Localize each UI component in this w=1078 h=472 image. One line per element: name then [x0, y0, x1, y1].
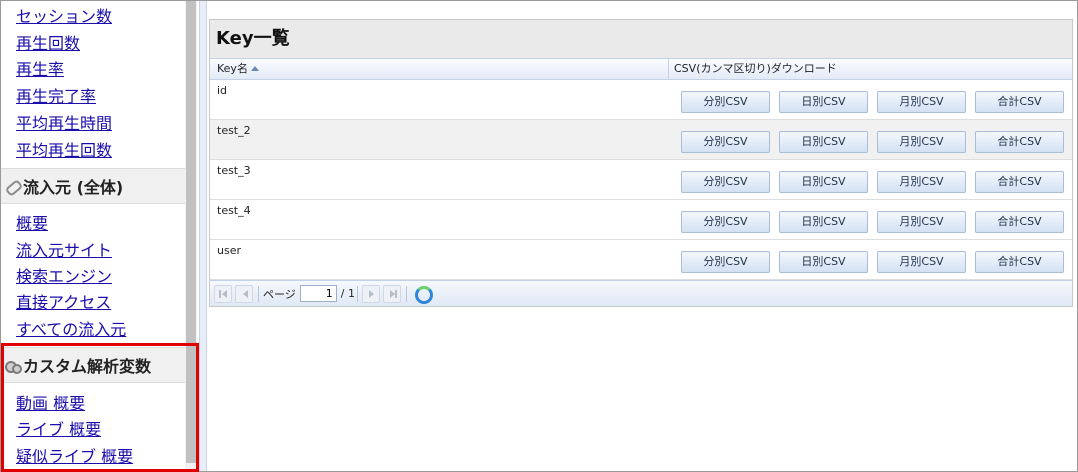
- day-csv-button[interactable]: 日別CSV: [779, 251, 868, 273]
- sidebar-link-referrer-sites[interactable]: 流入元サイト: [16, 241, 112, 261]
- sidebar-section-title: 流入元 (全体): [23, 178, 124, 197]
- day-csv-button[interactable]: 日別CSV: [779, 91, 868, 113]
- column-header-key[interactable]: Key名: [210, 59, 669, 79]
- sidebar-scrollbar[interactable]: [185, 1, 197, 471]
- day-csv-button[interactable]: 日別CSV: [779, 171, 868, 193]
- sidebar-link-plays[interactable]: 再生回数: [16, 34, 80, 54]
- sidebar-link-avg-play-count[interactable]: 平均再生回数: [16, 141, 112, 161]
- table-row: test_4 分別CSV 日別CSV 月別CSV 合計CSV: [210, 200, 1072, 240]
- total-csv-button[interactable]: 合計CSV: [975, 211, 1064, 233]
- total-csv-button[interactable]: 合計CSV: [975, 91, 1064, 113]
- pager: ページ / 1: [210, 280, 1072, 306]
- minute-csv-button[interactable]: 分別CSV: [681, 251, 770, 273]
- sidebar-link-video-overview[interactable]: 動画 概要: [16, 394, 85, 414]
- pager-separator: [356, 285, 358, 302]
- key-cell: user: [217, 244, 241, 257]
- month-csv-button[interactable]: 月別CSV: [877, 211, 966, 233]
- gear-icon: [5, 358, 22, 374]
- month-csv-button[interactable]: 月別CSV: [877, 171, 966, 193]
- total-csv-button[interactable]: 合計CSV: [975, 251, 1064, 273]
- link-icon: [5, 179, 20, 194]
- key-cell: test_2: [217, 124, 251, 137]
- column-header-csv: CSV(カンマ区切り)ダウンロード: [674, 62, 837, 75]
- sidebar-link-all-sources[interactable]: すべての流入元: [16, 320, 126, 340]
- refresh-icon[interactable]: [413, 284, 433, 304]
- table-row: test_3 分別CSV 日別CSV 月別CSV 合計CSV: [210, 160, 1072, 200]
- panel-splitter[interactable]: [199, 1, 207, 471]
- minute-csv-button[interactable]: 分別CSV: [681, 91, 770, 113]
- table-row: test_2 分別CSV 日別CSV 月別CSV 合計CSV: [210, 120, 1072, 160]
- key-cell: test_4: [217, 204, 251, 217]
- page-number-input[interactable]: [299, 285, 337, 302]
- grid-title: Key一覧: [210, 20, 1072, 58]
- sidebar-section-custom: カスタム解析変数: [1, 347, 185, 383]
- pager-separator: [405, 285, 407, 302]
- day-csv-button[interactable]: 日別CSV: [779, 131, 868, 153]
- month-csv-button[interactable]: 月別CSV: [877, 91, 966, 113]
- last-page-icon[interactable]: [382, 284, 401, 303]
- sort-ascending-icon: [250, 66, 259, 71]
- sidebar-link-play-rate[interactable]: 再生率: [16, 60, 64, 80]
- prev-page-icon[interactable]: [235, 284, 253, 303]
- grid-header: Key名 CSV(カンマ区切り)ダウンロード: [210, 58, 1072, 80]
- key-cell: id: [217, 84, 228, 97]
- sidebar: セッション数 再生回数 再生率 再生完了率 平均再生時間 平均再生回数 流入元 …: [1, 1, 185, 471]
- page-label: ページ: [263, 287, 296, 301]
- day-csv-button[interactable]: 日別CSV: [779, 211, 868, 233]
- month-csv-button[interactable]: 月別CSV: [877, 131, 966, 153]
- sidebar-link-avg-play-time[interactable]: 平均再生時間: [16, 114, 112, 134]
- sidebar-link-completion-rate[interactable]: 再生完了率: [16, 87, 96, 107]
- sidebar-link-search-engines[interactable]: 検索エンジン: [16, 267, 112, 287]
- pager-separator: [258, 285, 259, 302]
- total-csv-button[interactable]: 合計CSV: [975, 131, 1064, 153]
- first-page-icon[interactable]: [214, 284, 232, 303]
- minute-csv-button[interactable]: 分別CSV: [681, 131, 770, 153]
- month-csv-button[interactable]: 月別CSV: [877, 251, 966, 273]
- sidebar-link-overview[interactable]: 概要: [16, 214, 48, 234]
- sidebar-section-title: カスタム解析変数: [23, 357, 152, 376]
- column-header-key-label: Key名: [217, 62, 248, 75]
- page-total: / 1: [340, 287, 355, 300]
- minute-csv-button[interactable]: 分別CSV: [681, 171, 770, 193]
- sidebar-link-pseudo-live-overview[interactable]: 疑似ライブ 概要: [16, 447, 133, 467]
- next-page-icon[interactable]: [361, 284, 380, 303]
- table-row: user 分別CSV 日別CSV 月別CSV 合計CSV: [210, 240, 1072, 280]
- sidebar-link-direct-access[interactable]: 直接アクセス: [16, 293, 111, 313]
- sidebar-section-inflow: 流入元 (全体): [1, 168, 185, 204]
- minute-csv-button[interactable]: 分別CSV: [681, 211, 770, 233]
- sidebar-link-sessions[interactable]: セッション数: [16, 7, 112, 27]
- scrollbar-thumb[interactable]: [186, 1, 196, 463]
- key-list-grid: Key一覧 Key名 CSV(カンマ区切り)ダウンロード id 分別CSV 日別…: [209, 19, 1073, 307]
- table-row: id 分別CSV 日別CSV 月別CSV 合計CSV: [210, 80, 1072, 120]
- sidebar-link-live-overview[interactable]: ライブ 概要: [16, 420, 101, 440]
- key-cell: test_3: [217, 164, 251, 177]
- total-csv-button[interactable]: 合計CSV: [975, 171, 1064, 193]
